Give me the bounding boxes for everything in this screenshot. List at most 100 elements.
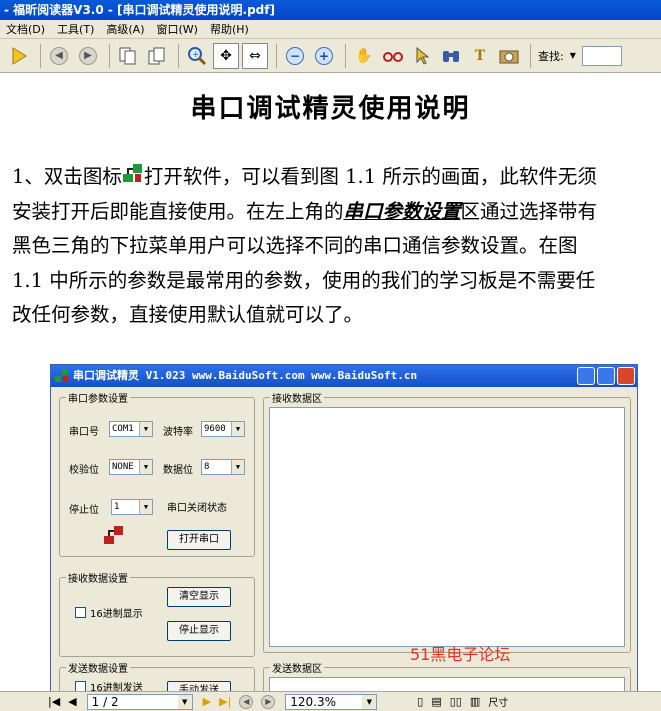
databits-value: 8	[204, 462, 210, 472]
checkbox-box	[75, 607, 86, 618]
prev-page-icon[interactable]: ◀	[46, 43, 72, 69]
next-page-icon[interactable]: ▶	[75, 43, 101, 69]
find-input[interactable]	[581, 45, 622, 66]
databits-select: 8 ▼	[201, 459, 245, 475]
toolbar-separator	[109, 43, 110, 68]
send-textarea	[269, 677, 625, 691]
toolbar-separator	[40, 43, 41, 68]
send-hex-checkbox: 16进制发送	[75, 679, 143, 691]
menu-window[interactable]: 窗口(W)	[156, 21, 197, 37]
line-text: 打开软件，可以看到图 1.1 所示的画面，此软件无须	[143, 165, 597, 188]
watermark-text: 51黑电子论坛	[410, 645, 511, 664]
baud-select: 9600 ▼	[201, 421, 245, 437]
glasses-icon[interactable]	[380, 43, 406, 69]
find-label: 查找:	[538, 49, 564, 63]
dropdown-arrow-icon[interactable]: ▼	[362, 694, 377, 709]
forward-view-icon[interactable]: ▶	[261, 694, 276, 709]
port-status: 串口关闭状态	[167, 503, 227, 514]
maximize-icon	[597, 367, 615, 385]
stopbits-value: 1	[114, 502, 120, 512]
stop-display-button: 停止显示	[167, 621, 231, 641]
paragraph-line: 改任何参数，直接使用默认值就可以了。	[12, 303, 364, 326]
line-text: 区通过选择带有	[460, 199, 598, 223]
manual-send-button: 手动发送	[167, 681, 231, 691]
serial-app-icon	[122, 162, 144, 184]
line-text: 安装打开后即能直接使用。在左上角的	[12, 199, 344, 223]
app-title: 串口调试精灵 V1.023 www.BaiduSoft.com www.Baid…	[73, 369, 418, 382]
toolbar: ◀ ▶ + ✥ ⇔ − + ✋ T 查找: ▼	[0, 39, 661, 73]
single-page-icon[interactable]: ▯	[417, 695, 423, 708]
line-text: 1、双击图标	[12, 165, 122, 188]
find-dropdown-icon[interactable]: ▼	[570, 51, 576, 60]
facing-page-icon[interactable]: ▯▯	[450, 695, 462, 708]
checkbox-label: 16进制显示	[90, 609, 143, 620]
fit-page-icon[interactable]: ✥	[213, 42, 239, 69]
fit-width-icon[interactable]: ⇔	[242, 42, 268, 69]
paragraph-line: 安装打开后即能直接使用。在左上角的串口参数设置区通过选择带有	[12, 195, 661, 230]
recv-hex-checkbox: 16进制显示	[75, 605, 143, 620]
hand-tool-icon[interactable]: ✋	[351, 43, 377, 69]
page-number: 1 / 2	[91, 694, 119, 709]
previous-page-icon[interactable]: ◀	[68, 695, 76, 708]
svg-text:+: +	[192, 50, 200, 60]
select-arrow-icon[interactable]	[409, 43, 435, 69]
embedded-app-screenshot: 串口调试精灵 V1.023 www.BaiduSoft.com www.Baid…	[50, 364, 638, 691]
menubar: 文档(D) 工具(T) 高级(A) 窗口(W) 帮助(H)	[0, 20, 661, 39]
copy-page-icon[interactable]	[115, 43, 141, 69]
dropdown-arrow-icon: ▼	[231, 460, 244, 474]
size-label: 尺寸	[488, 698, 509, 709]
menu-advanced[interactable]: 高级(A)	[106, 21, 144, 37]
port-value: COM1	[112, 424, 134, 434]
menu-help[interactable]: 帮助(H)	[210, 21, 249, 37]
receive-textarea	[269, 407, 625, 647]
dropdown-arrow-icon[interactable]: ▼	[177, 694, 192, 709]
statusbar: |◀ ◀ 1 / 2 ▼ ▶ ▶| ◀ ▶ 120.3% ▼ ▯ ▤ ▯▯ ▥ 尺寸	[0, 691, 661, 711]
checkbox-box	[75, 681, 86, 691]
back-view-icon[interactable]: ◀	[239, 694, 254, 709]
group-label: 串口参数设置	[66, 390, 130, 405]
window-title: - 福昕阅读器V3.0 - [串口调试精灵使用说明.pdf]	[0, 0, 661, 20]
app-title-bar: 串口调试精灵 V1.023 www.BaiduSoft.com www.Baid…	[51, 365, 637, 387]
next-page-play-icon[interactable]: ▶	[203, 695, 211, 708]
port-select: COM1 ▼	[109, 421, 153, 437]
parity-value: NONE	[112, 462, 134, 472]
dropdown-arrow-icon: ▼	[139, 460, 152, 474]
toolbar-separator	[178, 43, 179, 68]
document-view[interactable]: 串口调试精灵使用说明 1、双击图标 打开软件，可以看到图 1.1 所示的画面，此软…	[0, 74, 661, 691]
stopbits-label: 停止位	[69, 505, 99, 516]
find-area: 查找: ▼	[538, 45, 622, 66]
zoom-value: 120.3%	[290, 694, 337, 709]
port-state-icon	[103, 525, 125, 550]
clear-display-button: 清空显示	[167, 587, 231, 607]
paragraph-line: 1.1 中所示的参数是最常用的参数，使用的我们的学习板是不需要任	[12, 268, 596, 292]
zoom-in-icon[interactable]: +	[184, 43, 210, 69]
dropdown-arrow-icon: ▼	[139, 422, 152, 436]
group-label: 发送数据区	[270, 660, 324, 675]
snapshot-icon[interactable]	[496, 43, 522, 69]
group-label: 接收数据设置	[66, 570, 130, 585]
databits-label: 数据位	[163, 465, 193, 476]
menu-document[interactable]: 文档(D)	[6, 21, 45, 37]
dropdown-arrow-icon: ▼	[231, 422, 244, 436]
text-select-icon[interactable]: T	[467, 43, 493, 69]
page-number-field[interactable]: 1 / 2 ▼	[86, 693, 193, 710]
zoom-plus-button-icon[interactable]: +	[311, 43, 337, 69]
app-icon	[55, 369, 69, 383]
open-port-button: 打开串口	[167, 530, 231, 550]
zoom-out-button-icon[interactable]: −	[282, 43, 308, 69]
zoom-field[interactable]: 120.3% ▼	[285, 693, 378, 710]
continuous-facing-icon[interactable]: ▥	[470, 695, 480, 708]
baud-label: 波特率	[163, 427, 193, 438]
paragraph-line: 黑色三角的下拉菜单用户可以选择不同的串口通信参数设置。在图	[12, 234, 578, 257]
first-page-icon[interactable]: |◀	[48, 695, 60, 708]
menu-tools[interactable]: 工具(T)	[57, 21, 94, 37]
play-icon[interactable]	[6, 43, 32, 69]
continuous-page-icon[interactable]: ▤	[431, 695, 441, 708]
paste-page-icon[interactable]	[144, 43, 170, 69]
last-page-icon[interactable]: ▶|	[219, 695, 231, 708]
toolbar-separator	[345, 43, 346, 68]
emphasis-text: 串口参数设置	[343, 199, 461, 223]
parity-select: NONE ▼	[109, 459, 153, 475]
binoculars-icon[interactable]	[438, 43, 464, 69]
toolbar-separator	[276, 43, 277, 68]
